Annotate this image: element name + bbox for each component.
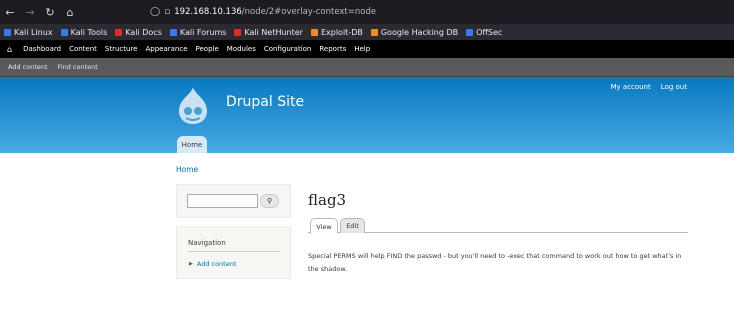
- address-field[interactable]: ◯ ▫ 192.168.10.136/node/2#overlay-contex…: [150, 7, 376, 17]
- toolbar-modules[interactable]: Modules: [227, 45, 256, 53]
- bookmark-favicon-icon: [466, 28, 474, 36]
- bookmark-label: Kali Tools: [70, 27, 108, 37]
- bookmark-label: Kali NetHunter: [244, 27, 303, 37]
- local-tasks-tabs: View Edit: [308, 216, 688, 234]
- bookmark-label: Kali Linux: [14, 27, 53, 37]
- site-name[interactable]: Drupal Site: [226, 94, 304, 110]
- reload-icon[interactable]: ↻: [40, 0, 60, 24]
- search-input[interactable]: [187, 194, 258, 208]
- shield-icon: ◯: [150, 7, 161, 17]
- forward-arrow-icon[interactable]: →: [20, 0, 40, 24]
- bookmark-label: OffSec: [476, 27, 503, 37]
- toolbar-reports[interactable]: Reports: [319, 45, 346, 53]
- toolbar-home-icon[interactable]: ⌂: [7, 45, 12, 54]
- node-body: Special PERMS will help FIND the passwd …: [308, 252, 682, 273]
- home-icon[interactable]: ⌂: [60, 0, 80, 24]
- url-path: /node/2#overlay-context=node: [241, 7, 377, 17]
- bookmark-item[interactable]: Google Hacking DB: [370, 27, 459, 37]
- breadcrumb[interactable]: Home: [176, 165, 198, 174]
- shortcut-find-content[interactable]: Find content: [58, 63, 98, 71]
- bookmark-item[interactable]: Kali NetHunter: [234, 28, 303, 37]
- navigation-divider: [188, 251, 280, 252]
- search-icon: ⚲: [266, 197, 273, 205]
- tab-view[interactable]: View: [310, 218, 338, 234]
- toolbar-people[interactable]: People: [196, 45, 219, 53]
- bookmark-item[interactable]: Kali Tools: [60, 27, 108, 37]
- shortcuts-bar: Add content Find content: [0, 58, 734, 77]
- bookmark-item[interactable]: OffSec: [466, 28, 502, 37]
- toolbar-structure[interactable]: Structure: [105, 45, 138, 53]
- bookmark-item[interactable]: Kali Linux: [4, 28, 53, 37]
- url-host: 192.168.10.136: [174, 7, 242, 17]
- bookmark-label: Google Hacking DB: [380, 27, 459, 37]
- log-out-link[interactable]: Log out: [661, 83, 687, 91]
- secondary-menu: My account Log out: [611, 83, 688, 91]
- search-button[interactable]: ⚲: [260, 194, 279, 208]
- toolbar-content[interactable]: Content: [69, 45, 97, 53]
- bookmark-item[interactable]: Exploit-DB: [310, 27, 363, 37]
- nav-item-add-content[interactable]: ▶ Add content: [189, 260, 236, 268]
- navigation-block: Navigation ▶ Add content: [176, 226, 291, 279]
- bookmark-favicon-icon: [169, 28, 177, 36]
- nav-item-label: Add content: [196, 260, 237, 268]
- browser-url-bar: ← → ↻ ⌂ ◯ ▫ 192.168.10.136/node/2#overla…: [0, 0, 734, 24]
- bookmark-favicon-icon: [60, 28, 68, 36]
- toolbar-configuration[interactable]: Configuration: [264, 45, 311, 53]
- bookmark-label: Kali Forums: [179, 27, 227, 37]
- bookmark-favicon-icon: [370, 28, 378, 36]
- lock-icon: ▫: [164, 7, 171, 17]
- bookmark-item[interactable]: Kali Forums: [169, 27, 227, 37]
- bullet-icon: ▶: [189, 261, 193, 267]
- bookmark-favicon-icon: [310, 28, 318, 36]
- toolbar-appearance[interactable]: Appearance: [145, 45, 187, 53]
- site-header: Drupal Site My account Log out Home: [0, 77, 734, 153]
- bookmark-favicon-icon: [115, 28, 123, 36]
- toolbar-help[interactable]: Help: [354, 45, 370, 53]
- shortcut-add-content[interactable]: Add content: [8, 63, 48, 71]
- main-menu-home-tab[interactable]: Home: [177, 136, 207, 153]
- bookmark-favicon-icon: [4, 28, 11, 36]
- toolbar-dashboard[interactable]: Dashboard: [23, 45, 61, 53]
- tab-edit[interactable]: Edit: [340, 218, 365, 233]
- bookmark-favicon-icon: [234, 28, 242, 36]
- page-title: flag3: [308, 191, 347, 209]
- bookmark-label: Exploit-DB: [320, 27, 363, 37]
- drupal-drop-icon: [179, 87, 207, 124]
- admin-toolbar: ⌂ Dashboard Content Structure Appearance…: [0, 40, 734, 58]
- drupal-logo[interactable]: [175, 85, 211, 125]
- back-arrow-icon[interactable]: ←: [0, 0, 20, 24]
- bookmarks-bar: Kali Linux Kali Tools Kali Docs Kali Forums…: [0, 24, 734, 40]
- bookmark-item[interactable]: Kali Docs: [115, 28, 162, 37]
- my-account-link[interactable]: My account: [611, 83, 651, 91]
- navigation-title: Navigation: [188, 239, 226, 247]
- bookmark-label: Kali Docs: [125, 27, 162, 37]
- search-block: ⚲: [176, 184, 291, 218]
